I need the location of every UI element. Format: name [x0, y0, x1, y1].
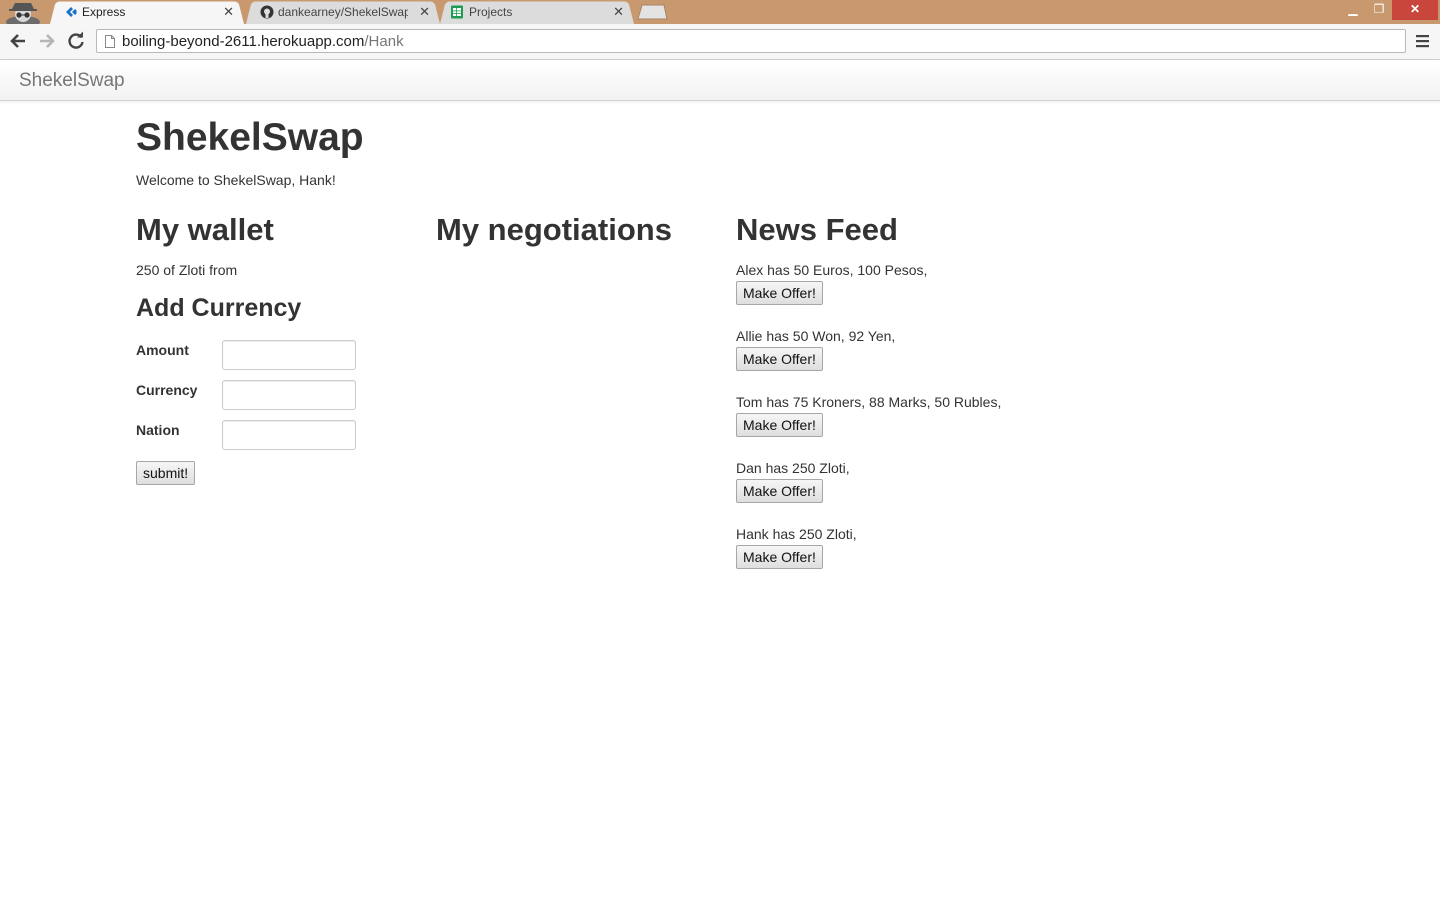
currency-input[interactable] — [222, 380, 356, 410]
submit-button[interactable]: submit! — [136, 461, 195, 485]
new-tab-icon[interactable] — [636, 4, 668, 20]
amount-input[interactable] — [222, 340, 356, 370]
news-feed-column: News Feed — [736, 210, 1026, 250]
tab-projects[interactable]: Projects ✕ — [440, 0, 634, 24]
tab-close-icon[interactable]: ✕ — [223, 0, 234, 24]
make-offer-button[interactable]: Make Offer! — [736, 413, 823, 437]
back-arrow-icon[interactable] — [7, 30, 29, 52]
page-icon — [105, 35, 115, 48]
sheets-favicon-icon — [450, 5, 464, 19]
url-path: /Hank — [364, 33, 403, 50]
restore-icon[interactable]: ❐ — [1366, 0, 1392, 20]
feed-item-text: Dan has 250 Zloti, — [736, 460, 850, 476]
window-close-icon[interactable]: ✕ — [1392, 0, 1438, 20]
currency-label: Currency — [136, 382, 197, 398]
address-bar[interactable]: boiling-beyond-2611.herokuapp.com/Hank — [96, 29, 1406, 53]
tab-github[interactable]: dankearney/ShekelSwap · ✕ — [246, 0, 440, 24]
app-navbar: ShekelSwap — [0, 60, 1440, 101]
minimize-icon[interactable]: ▁ — [1340, 0, 1366, 20]
reload-icon[interactable] — [65, 30, 87, 52]
url-host: boiling-beyond-2611.herokuapp.com — [122, 33, 364, 50]
feed-item-text: Hank has 250 Zloti, — [736, 526, 857, 542]
welcome-message: Welcome to ShekelSwap, Hank! — [136, 172, 336, 188]
wallet-balance: 250 of Zloti from — [136, 262, 237, 278]
nation-input[interactable] — [222, 420, 356, 450]
tab-title: Projects — [469, 0, 599, 24]
browser-toolbar: boiling-beyond-2611.herokuapp.com/Hank — [0, 24, 1440, 60]
add-currency-heading: Add Currency — [136, 294, 301, 323]
tab-title: Express — [82, 0, 212, 24]
tab-close-icon[interactable]: ✕ — [419, 0, 430, 24]
amount-label: Amount — [136, 342, 189, 358]
feed-item-text: Alex has 50 Euros, 100 Pesos, — [736, 262, 927, 278]
express-favicon-icon — [64, 5, 78, 19]
nation-label: Nation — [136, 422, 180, 438]
navbar-brand-link[interactable]: ShekelSwap — [19, 60, 125, 101]
wallet-heading: My wallet — [136, 210, 426, 250]
github-favicon-icon — [260, 5, 274, 19]
tab-title: dankearney/ShekelSwap · — [278, 0, 408, 24]
wallet-column: My wallet — [136, 210, 426, 250]
negotiations-column: My negotiations — [436, 210, 726, 250]
browser-tab-strip: Express ✕ dankearney/ShekelSwap · ✕ Proj… — [0, 0, 1440, 24]
url-text: boiling-beyond-2611.herokuapp.com/Hank — [122, 30, 404, 53]
make-offer-button[interactable]: Make Offer! — [736, 479, 823, 503]
news-feed-heading: News Feed — [736, 210, 1026, 250]
make-offer-button[interactable]: Make Offer! — [736, 281, 823, 305]
make-offer-button[interactable]: Make Offer! — [736, 347, 823, 371]
hamburger-menu-icon[interactable] — [1414, 32, 1432, 50]
incognito-icon — [4, 0, 42, 24]
feed-item-text: Allie has 50 Won, 92 Yen, — [736, 328, 895, 344]
page-title: ShekelSwap — [136, 116, 364, 160]
tab-close-icon[interactable]: ✕ — [613, 0, 624, 24]
tab-express[interactable]: Express ✕ — [50, 0, 244, 24]
negotiations-heading: My negotiations — [436, 210, 726, 250]
feed-item-text: Tom has 75 Kroners, 88 Marks, 50 Rubles, — [736, 394, 1001, 410]
make-offer-button[interactable]: Make Offer! — [736, 545, 823, 569]
forward-arrow-icon[interactable] — [36, 30, 58, 52]
